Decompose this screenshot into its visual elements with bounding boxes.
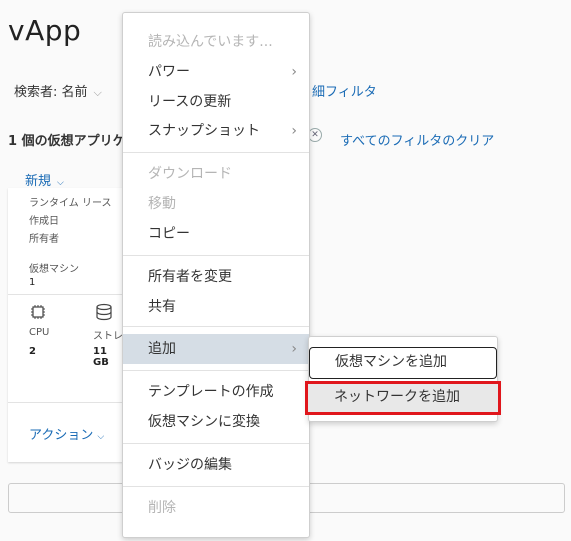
menu-item-convert-to-vm[interactable]: 仮想マシンに変換 (123, 408, 309, 436)
menu-divider (123, 152, 309, 153)
advanced-filter-link[interactable]: 細フィルタ (312, 81, 377, 100)
runtime-lease-label: ランタイム リース (29, 198, 112, 209)
vapp-card: ランタイム リース 作成日 所有者 仮想マシン 1 CPU ストレ 2 11 G… (8, 188, 124, 462)
chevron-down-icon: ⌵ (93, 86, 102, 99)
storage-icon (95, 303, 113, 325)
page-title: vApp (8, 14, 82, 47)
menu-divider (123, 255, 309, 256)
search-by-label: 検索者: 名前 (14, 85, 88, 100)
menu-item-create-template[interactable]: テンプレートの作成 (123, 378, 309, 406)
add-network-menu-item[interactable]: ネットワークを追加 (305, 381, 501, 415)
cpu-value: 2 (29, 346, 36, 357)
cpu-icon (30, 304, 46, 324)
context-menu: 読み込んでいます... パワー › リースの更新 スナップショット › ダウンロード… (122, 12, 310, 538)
vms-value: 1 (29, 277, 36, 288)
actions-dropdown[interactable]: アクション ⌵ (29, 424, 104, 443)
search-by-dropdown[interactable]: 検索者: 名前 ⌵ (14, 81, 102, 100)
menu-item-delete: 削除 (148, 500, 176, 516)
menu-divider (123, 486, 309, 487)
chevron-right-icon: › (291, 64, 297, 80)
clear-filters-link[interactable]: すべてのフィルタのクリア (340, 130, 494, 149)
result-count: 1 個の仮想アプリケ (8, 134, 126, 149)
menu-item-change-owner[interactable]: 所有者を変更 (123, 263, 309, 291)
close-icon[interactable]: ✕ (308, 128, 322, 142)
menu-divider (123, 443, 309, 444)
divider (8, 402, 124, 403)
menu-divider (123, 326, 309, 327)
new-button[interactable]: 新規 ⌵ (25, 170, 64, 189)
owner-label: 所有者 (29, 234, 59, 245)
cpu-label: CPU (29, 327, 50, 338)
new-button-label: 新規 (25, 174, 52, 189)
add-submenu: 仮想マシンを追加 ネットワークを追加 (305, 336, 501, 422)
menu-item-move: 移動 (148, 196, 176, 212)
storage-value: 11 GB (93, 346, 109, 368)
menu-item-add[interactable]: 追加 › (123, 334, 309, 364)
add-vm-menu-item[interactable]: 仮想マシンを追加 (309, 347, 497, 379)
chevron-down-icon: ⌵ (57, 178, 64, 188)
menu-divider (123, 370, 309, 371)
menu-item-share[interactable]: 共有 (123, 293, 309, 321)
chevron-right-icon: › (291, 341, 297, 357)
menu-item-download: ダウンロード (148, 166, 232, 182)
menu-item-power[interactable]: パワー › (123, 58, 309, 86)
menu-item-loading: 読み込んでいます... (148, 34, 273, 50)
chevron-down-icon: ⌵ (97, 432, 105, 442)
menu-item-snapshot[interactable]: スナップショット › (123, 117, 309, 145)
menu-item-copy[interactable]: コピー (123, 220, 309, 248)
menu-item-edit-badges[interactable]: バッジの編集 (123, 451, 309, 479)
menu-item-renew-lease[interactable]: リースの更新 (123, 88, 309, 116)
actions-label: アクション (29, 428, 94, 443)
vms-label: 仮想マシン (29, 264, 79, 275)
chevron-right-icon: › (291, 123, 297, 139)
created-label: 作成日 (29, 216, 59, 227)
storage-label: ストレ (93, 331, 123, 342)
divider (8, 294, 124, 295)
